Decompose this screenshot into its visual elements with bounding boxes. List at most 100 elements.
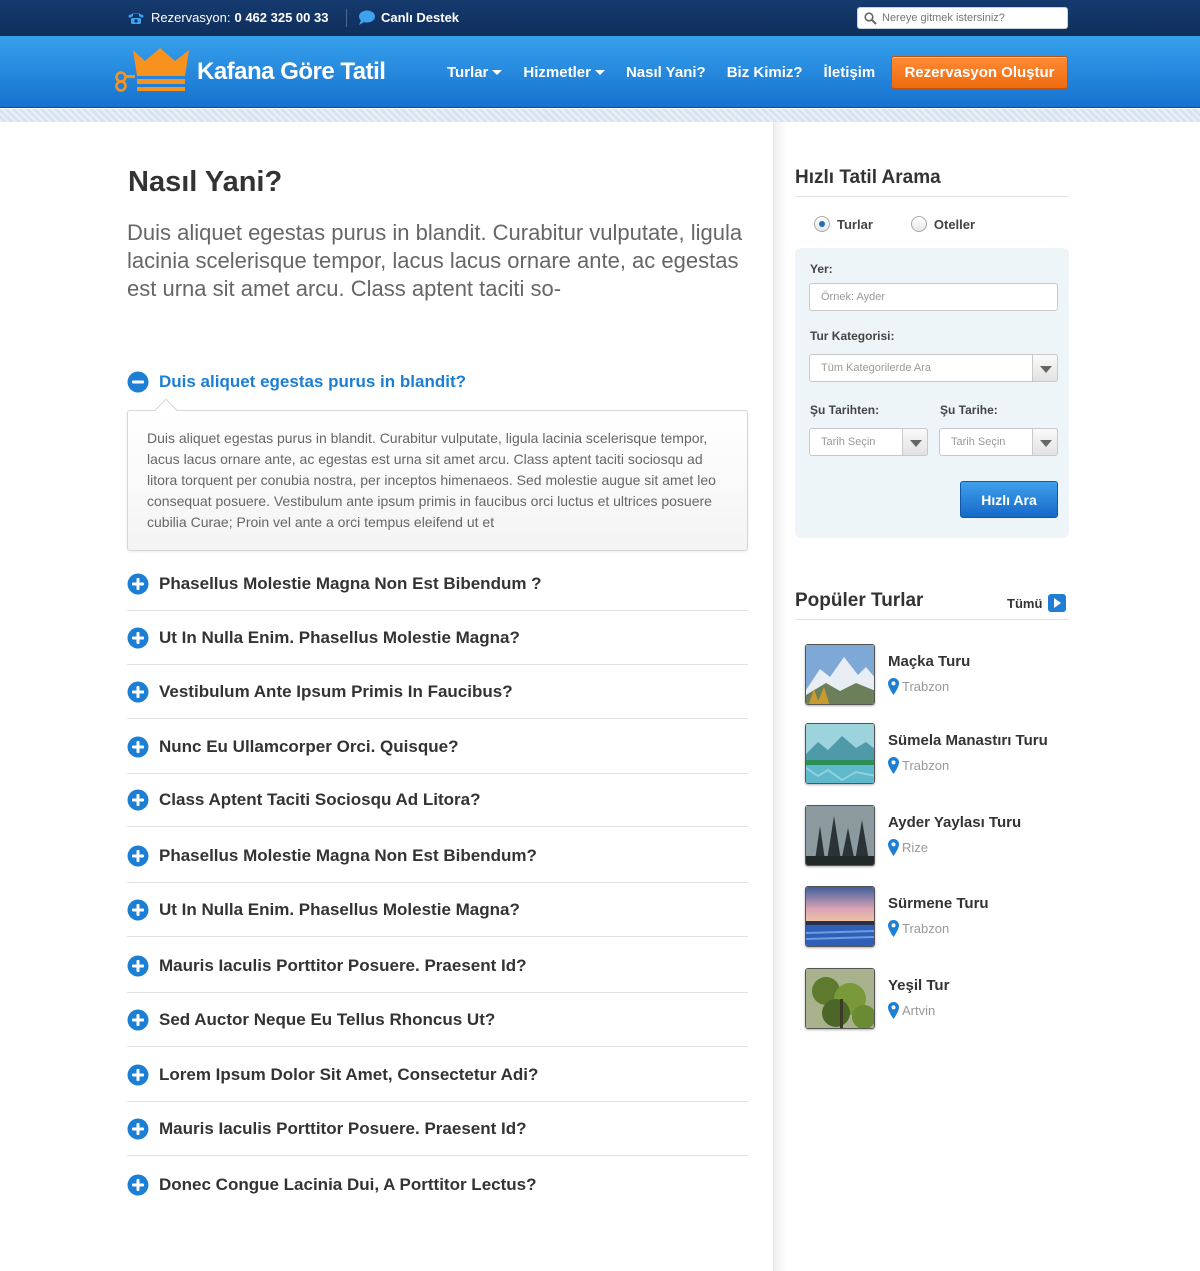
faq-question-label: Mauris Iaculis Porttitor Posuere. Praese… bbox=[159, 1118, 527, 1138]
faq-question[interactable]: Mauris Iaculis Porttitor Posuere. Praese… bbox=[127, 939, 748, 993]
tour-location-label: Trabzon bbox=[902, 679, 950, 694]
map-pin-icon bbox=[888, 678, 899, 695]
faq-question-label: Vestibulum Ante Ipsum Primis In Faucibus… bbox=[159, 681, 513, 701]
radio-tours[interactable]: Turlar bbox=[814, 216, 873, 232]
nav-item-hizmetler[interactable]: Hizmetler bbox=[523, 64, 605, 81]
expand-plus-icon bbox=[127, 789, 149, 810]
radio-hotels[interactable]: Oteller bbox=[910, 216, 975, 232]
category-select[interactable]: Tüm Kategorilerde Ara bbox=[809, 354, 1058, 382]
faq-question[interactable]: Mauris Iaculis Porttitor Posuere. Praese… bbox=[127, 1102, 748, 1156]
faq-question[interactable]: Vestibulum Ante Ipsum Primis In Faucibus… bbox=[127, 665, 748, 719]
faq-answer-text: Duis aliquet egestas purus in blandit. C… bbox=[147, 430, 716, 530]
nav-item-biz-kimiz[interactable]: Biz Kimiz? bbox=[727, 64, 803, 81]
faq-question[interactable]: Phasellus Molestie Magna Non Est Bibendu… bbox=[127, 829, 748, 883]
arrow-right-icon bbox=[1048, 594, 1067, 612]
expand-plus-icon bbox=[127, 845, 149, 866]
radio-unselected-icon bbox=[910, 216, 927, 232]
faq-question[interactable]: Ut In Nulla Enim. Phasellus Molestie Mag… bbox=[127, 883, 748, 937]
mountain-photo-icon bbox=[806, 645, 874, 704]
phone-icon bbox=[128, 12, 144, 24]
faq-question[interactable]: Phasellus Molestie Magna Non Est Bibendu… bbox=[127, 557, 748, 611]
to-date-select[interactable]: Tarih Seçin bbox=[939, 428, 1058, 456]
nav-label: Nasıl Yani? bbox=[625, 64, 706, 81]
chevron-down-icon bbox=[902, 428, 928, 456]
create-reservation-button[interactable]: Rezervasyon Oluştur bbox=[891, 56, 1068, 89]
faq-question-open[interactable]: Duis aliquet egestas purus in blandit? bbox=[127, 362, 748, 402]
quick-search-title: Hızlı Tatil Arama bbox=[795, 167, 941, 188]
view-all-label: Tümü bbox=[1007, 595, 1043, 611]
tour-name: Yeşil Tur bbox=[888, 977, 950, 994]
tour-thumbnail bbox=[805, 723, 875, 784]
to-date-value: Tarih Seçin bbox=[951, 436, 1006, 448]
greenery-photo-icon bbox=[806, 969, 874, 1028]
from-date-select[interactable]: Tarih Seçin bbox=[809, 428, 928, 456]
quick-search-form: Yer: Örnek: Ayder Tur Kategorisi: Tüm Ka… bbox=[795, 248, 1069, 538]
crown-key-logo-icon bbox=[115, 48, 189, 92]
tour-name: Sümela Manastırı Turu bbox=[888, 732, 1048, 749]
tour-location-label: Trabzon bbox=[902, 921, 950, 936]
nav-item-nasil-yani[interactable]: Nasıl Yani? bbox=[626, 64, 706, 81]
nav-label: İletişim bbox=[823, 64, 876, 81]
faq-question[interactable]: Lorem Ipsum Dolor Sit Amet, Consectetur … bbox=[127, 1048, 748, 1102]
tour-location: Trabzon bbox=[888, 757, 949, 774]
divider bbox=[795, 619, 1069, 620]
search-type-radios: Turlar Oteller bbox=[814, 216, 1013, 232]
faq-question[interactable]: Class Aptent Taciti Sociosqu Ad Litora? bbox=[127, 773, 748, 827]
collapse-minus-icon bbox=[127, 371, 149, 393]
page-title: Nasıl Yani? bbox=[128, 166, 283, 198]
top-bar: Rezervasyon: 0 462 325 00 33 Canlı Deste… bbox=[0, 0, 1200, 36]
expand-plus-icon bbox=[127, 736, 149, 757]
tour-name: Maçka Turu bbox=[888, 653, 971, 670]
faq-question-label: Sed Auctor Neque Eu Tellus Rhoncus Ut? bbox=[159, 1009, 496, 1029]
destination-search[interactable] bbox=[857, 7, 1068, 29]
popular-tours-title: Popüler Turlar bbox=[795, 590, 924, 611]
live-support-link[interactable]: Canlı Destek bbox=[358, 10, 459, 25]
tour-location-label: Artvin bbox=[902, 1003, 936, 1018]
tour-name: Sürmene Turu bbox=[888, 895, 989, 912]
faq-question-label: Lorem Ipsum Dolor Sit Amet, Consectetur … bbox=[159, 1064, 539, 1084]
quick-search-button[interactable]: Hızlı Ara bbox=[960, 481, 1058, 518]
logo[interactable]: Kafana Göre Tatil bbox=[113, 48, 386, 96]
chevron-down-icon bbox=[1032, 354, 1058, 382]
expand-plus-icon bbox=[127, 681, 149, 702]
faq-answer-panel: Duis aliquet egestas purus in blandit. C… bbox=[127, 398, 748, 551]
tour-item[interactable]: Sümela Manastırı Turu Trabzon bbox=[805, 723, 1075, 785]
faq-question-label: Duis aliquet egestas purus in blandit? bbox=[159, 372, 466, 391]
phone-number: 0 462 325 00 33 bbox=[234, 10, 329, 25]
expand-plus-icon bbox=[127, 1118, 149, 1139]
faq-question-label: Donec Congue Lacinia Dui, A Porttitor Le… bbox=[159, 1175, 537, 1194]
map-pin-icon bbox=[888, 920, 899, 937]
destination-search-input[interactable] bbox=[882, 12, 1062, 24]
tour-location: Trabzon bbox=[888, 678, 949, 695]
map-pin-icon bbox=[888, 839, 899, 856]
faq-question[interactable]: Nunc Eu Ullamcorper Orci. Quisque? bbox=[127, 720, 748, 774]
tour-item[interactable]: Ayder Yaylası Turu Rize bbox=[805, 805, 1075, 867]
callout-arrow bbox=[154, 398, 178, 422]
reservation-phone[interactable]: Rezervasyon: 0 462 325 00 33 bbox=[127, 10, 328, 25]
tour-location-label: Trabzon bbox=[902, 758, 950, 773]
place-input[interactable]: Örnek: Ayder bbox=[809, 283, 1058, 311]
tour-item[interactable]: Maçka Turu Trabzon bbox=[805, 644, 1075, 706]
expand-plus-icon bbox=[127, 955, 149, 976]
tour-name: Ayder Yaylası Turu bbox=[888, 814, 1022, 831]
view-all-link[interactable]: Tümü bbox=[1007, 594, 1067, 612]
faq-question[interactable]: Donec Congue Lacinia Dui, A Porttitor Le… bbox=[127, 1158, 748, 1212]
nav-item-turlar[interactable]: Turlar bbox=[447, 64, 503, 81]
tour-item[interactable]: Yeşil Tur Artvin bbox=[805, 968, 1075, 1030]
search-icon bbox=[864, 11, 877, 25]
brand-name: Kafana Göre Tatil bbox=[197, 58, 386, 85]
main-header: Kafana Göre Tatil Turlar Hizmetler Nasıl… bbox=[0, 36, 1200, 108]
expand-plus-icon bbox=[127, 573, 149, 594]
tour-location: Rize bbox=[888, 839, 928, 856]
lake-photo-icon bbox=[806, 724, 874, 783]
faq-question-label: Ut In Nulla Enim. Phasellus Molestie Mag… bbox=[159, 899, 520, 919]
chat-bubble-icon bbox=[359, 10, 375, 25]
tour-item[interactable]: Sürmene Turu Trabzon bbox=[805, 886, 1075, 948]
faq-question[interactable]: Ut In Nulla Enim. Phasellus Molestie Mag… bbox=[127, 611, 748, 665]
radio-selected-icon bbox=[814, 216, 830, 232]
faq-question-label: Phasellus Molestie Magna Non Est Bibendu… bbox=[159, 573, 542, 593]
map-pin-icon bbox=[888, 757, 899, 774]
faq-question[interactable]: Sed Auctor Neque Eu Tellus Rhoncus Ut? bbox=[127, 993, 748, 1047]
tour-thumbnail bbox=[805, 644, 875, 705]
nav-item-iletisim[interactable]: İletişim bbox=[824, 64, 876, 81]
